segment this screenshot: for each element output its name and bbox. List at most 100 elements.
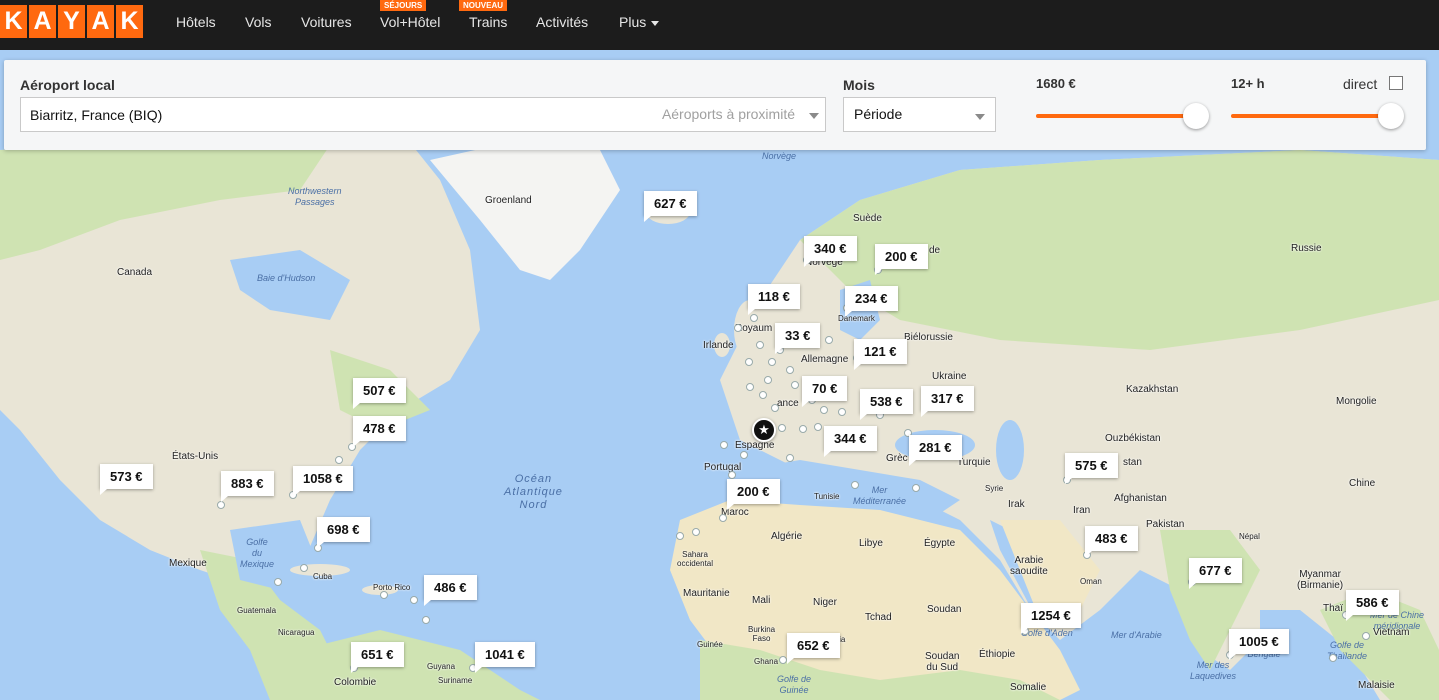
period-select[interactable]: Période <box>843 97 996 132</box>
price-tag[interactable]: 281 € <box>909 435 962 466</box>
price-tag[interactable]: 478 € <box>353 416 406 447</box>
destination-dot[interactable] <box>422 616 430 624</box>
price-tag[interactable]: 651 € <box>351 642 404 673</box>
month-label: Mois <box>843 77 875 93</box>
label-uzbekistan: Ouzbékistan <box>1105 433 1161 444</box>
price-tag[interactable]: 70 € <box>802 376 848 407</box>
price-tag[interactable]: 677 € <box>1189 558 1242 589</box>
direct-checkbox[interactable] <box>1389 76 1403 90</box>
label-nicaragua: Nicaragua <box>278 628 315 637</box>
price-tag[interactable]: 575 € <box>1065 453 1118 484</box>
destination-dot[interactable] <box>791 381 799 389</box>
destination-dot[interactable] <box>740 451 748 459</box>
destination-dot[interactable] <box>746 383 754 391</box>
nav-cars[interactable]: Voitures <box>301 14 352 30</box>
label-belarus: Biélorussie <box>904 332 953 343</box>
destination-dot[interactable] <box>692 528 700 536</box>
destination-dot[interactable] <box>756 341 764 349</box>
destination-dot[interactable] <box>771 404 779 412</box>
kayak-logo[interactable]: K A Y A K <box>0 5 143 38</box>
destination-dot[interactable] <box>719 514 727 522</box>
destination-dot[interactable] <box>217 501 225 509</box>
label-oman: Oman <box>1080 577 1102 586</box>
destination-dot[interactable] <box>676 532 684 540</box>
duration-slider-handle[interactable] <box>1378 103 1404 129</box>
price-tag[interactable]: 33 € <box>775 323 821 354</box>
label-niger: Niger <box>813 597 837 608</box>
destination-dot[interactable] <box>799 425 807 433</box>
destination-dot[interactable] <box>786 454 794 462</box>
price-tag[interactable]: 586 € <box>1346 590 1399 621</box>
destination-dot[interactable] <box>912 484 920 492</box>
nav-activities[interactable]: Activités <box>536 14 588 30</box>
label-russia: Russie <box>1291 243 1322 254</box>
destination-dot[interactable] <box>779 656 787 664</box>
price-tag[interactable]: 1058 € <box>293 466 353 497</box>
price-tag[interactable]: 344 € <box>824 426 877 457</box>
price-tag[interactable]: 1254 € <box>1021 603 1081 634</box>
destination-dot[interactable] <box>1329 654 1337 662</box>
price-tag[interactable]: 121 € <box>854 339 907 370</box>
price-tag[interactable]: 486 € <box>424 575 477 606</box>
label-sudan: Soudan <box>927 604 962 615</box>
price-slider-track[interactable] <box>1036 114 1196 118</box>
price-tag[interactable]: 1005 € <box>1229 629 1289 660</box>
label-northwest-passages: Northwestern Passages <box>288 186 342 207</box>
price-tag[interactable]: 573 € <box>100 464 153 495</box>
destination-dot[interactable] <box>820 406 828 414</box>
price-tag[interactable]: 538 € <box>860 389 913 420</box>
search-panel: Aéroport local Aéroports à proximité Moi… <box>4 60 1426 150</box>
price-tag[interactable]: 340 € <box>804 236 857 267</box>
destination-dot[interactable] <box>720 441 728 449</box>
destination-dot[interactable] <box>1362 632 1370 640</box>
nearby-airports-dropdown[interactable]: Aéroports à proximité <box>662 98 795 131</box>
price-tag[interactable]: 507 € <box>353 378 406 409</box>
destination-dot[interactable] <box>786 366 794 374</box>
price-tag[interactable]: 317 € <box>921 386 974 417</box>
price-tag[interactable]: 1041 € <box>475 642 535 673</box>
label-colombia: Colombie <box>334 677 377 688</box>
label-somalia: Somalie <box>1010 682 1047 693</box>
airport-field[interactable]: Aéroports à proximité <box>20 97 826 132</box>
price-tag[interactable]: 698 € <box>317 517 370 548</box>
price-tag[interactable]: 118 € <box>748 284 800 315</box>
destination-dot[interactable] <box>410 596 418 604</box>
destination-dot[interactable] <box>838 408 846 416</box>
nav-trains[interactable]: NOUVEAU Trains <box>459 0 507 30</box>
destination-dot[interactable] <box>734 324 742 332</box>
chevron-down-icon[interactable] <box>809 113 819 119</box>
price-tag[interactable]: 200 € <box>875 244 928 275</box>
top-navigation: K A Y A K Hôtels Vols Voitures SÉJOURS V… <box>0 0 1439 50</box>
destination-dot[interactable] <box>764 376 772 384</box>
destination-dot[interactable] <box>825 336 833 344</box>
label-thailand: Thaï <box>1323 603 1344 614</box>
price-tag[interactable]: 652 € <box>787 633 840 664</box>
destination-dot[interactable] <box>814 423 822 431</box>
destination-dot[interactable] <box>768 358 776 366</box>
destination-dot[interactable] <box>335 456 343 464</box>
destination-dot[interactable] <box>759 391 767 399</box>
price-tag[interactable]: 483 € <box>1085 526 1138 557</box>
duration-slider-track[interactable] <box>1231 114 1391 118</box>
nav-flights[interactable]: Vols <box>245 14 271 30</box>
airport-input[interactable] <box>21 98 641 131</box>
price-slider-handle[interactable] <box>1183 103 1209 129</box>
nav-packages[interactable]: SÉJOURS Vol+Hôtel <box>380 0 440 30</box>
destination-dot[interactable] <box>380 591 388 599</box>
destination-dot[interactable] <box>728 471 736 479</box>
destination-dot[interactable] <box>750 314 758 322</box>
destination-dot[interactable] <box>745 358 753 366</box>
nav-more[interactable]: Plus <box>619 14 660 30</box>
label-mauritania: Mauritanie <box>683 588 730 599</box>
nav-hotels[interactable]: Hôtels <box>176 14 216 30</box>
price-tag[interactable]: 234 € <box>845 286 898 317</box>
destination-dot[interactable] <box>778 424 786 432</box>
destination-dot[interactable] <box>300 564 308 572</box>
price-tag[interactable]: 627 € <box>644 191 697 222</box>
price-tag[interactable]: 200 € <box>727 479 780 510</box>
price-tag[interactable]: 883 € <box>221 471 274 502</box>
duration-label: 12+ h <box>1231 76 1265 91</box>
destination-dot[interactable] <box>851 481 859 489</box>
destination-dot[interactable] <box>274 578 282 586</box>
origin-star-icon[interactable]: ★ <box>752 418 776 442</box>
